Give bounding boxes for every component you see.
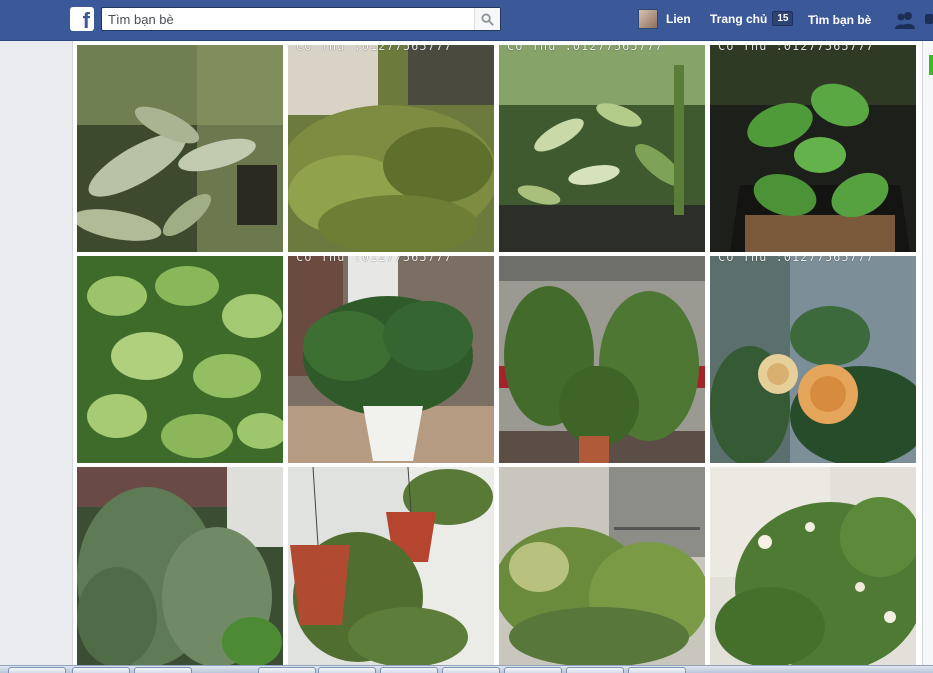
shrubs-balcony-image — [499, 256, 705, 463]
photo-shrub-shelf[interactable] — [499, 467, 705, 665]
messages-icon[interactable] — [925, 10, 933, 30]
oregano-image — [77, 256, 283, 463]
search-input[interactable] — [102, 8, 474, 30]
shrub-shelf-image — [499, 467, 705, 665]
search-box — [101, 7, 501, 31]
hanging-pots-image — [288, 467, 494, 665]
photo-rose-bush[interactable] — [710, 467, 916, 665]
taskbar-button[interactable] — [442, 667, 500, 673]
taskbar-button[interactable] — [8, 667, 66, 673]
os-taskbar — [0, 665, 933, 673]
photo-rosemary-bush[interactable] — [77, 467, 283, 665]
home-link[interactable]: Trang chủ 15 — [710, 11, 794, 26]
home-label: Trang chủ — [710, 11, 768, 26]
right-sidebar-edge — [923, 41, 933, 665]
photo-watermark: Cô Thu :01277565777 — [296, 45, 453, 53]
search-button[interactable] — [474, 8, 500, 30]
taskbar-button[interactable] — [318, 667, 376, 673]
photo-watermark: Cô Thu :01277565777 — [718, 256, 875, 264]
herbs-sage-image — [77, 45, 283, 252]
taskbar-button[interactable] — [504, 667, 562, 673]
photo-shrubs-balcony[interactable] — [499, 256, 705, 463]
rosemary-bush-image — [77, 467, 283, 665]
seedlings-image — [499, 45, 705, 252]
photo-herbs-sage[interactable] — [77, 45, 283, 252]
taskbar-button[interactable] — [258, 667, 316, 673]
thyme-image — [288, 45, 494, 252]
user-name: Lien — [666, 12, 691, 26]
photo-thyme[interactable]: Cô Thu :01277565777 — [288, 45, 494, 252]
facebook-logo-icon[interactable]: f — [70, 7, 94, 31]
mint-pot-image — [710, 45, 916, 252]
photo-hanging-pots[interactable] — [288, 467, 494, 665]
photo-rosemary-pot[interactable]: Cô Thu :01277565777 — [288, 256, 494, 463]
find-friends-link[interactable]: Tìm bạn bè — [808, 11, 871, 29]
taskbar-button[interactable] — [566, 667, 624, 673]
photo-orange-roses[interactable]: Cô Thu :01277565777 — [710, 256, 916, 463]
taskbar-button[interactable] — [134, 667, 192, 673]
online-indicator — [929, 55, 933, 75]
orange-roses-image — [710, 256, 916, 463]
taskbar-button[interactable] — [380, 667, 438, 673]
photo-mint-pot[interactable]: Cô Thu :01277565777 — [710, 45, 916, 252]
home-count-badge: 15 — [772, 11, 794, 26]
search-icon — [481, 12, 494, 26]
friend-requests-icon[interactable] — [893, 10, 917, 30]
profile-link[interactable]: Lien — [638, 9, 691, 29]
photo-watermark: Cô Thu :01277565777 — [718, 45, 875, 53]
photo-grid-container: Cô Thu :01277565777 Cô Thu :01277565777 — [72, 41, 923, 665]
photo-oregano[interactable] — [77, 256, 283, 463]
taskbar-button[interactable] — [72, 667, 130, 673]
photo-seedlings[interactable]: Cô Thu :01277565777 — [499, 45, 705, 252]
top-navigation-bar: f Lien Trang chủ 15 Tìm bạn bè — [0, 0, 933, 41]
rose-bush-image — [710, 467, 916, 665]
rosemary-pot-image — [288, 256, 494, 463]
photo-watermark: Cô Thu :01277565777 — [507, 45, 664, 53]
taskbar-button[interactable] — [628, 667, 686, 673]
photo-watermark: Cô Thu :01277565777 — [296, 256, 453, 264]
find-friends-label: Tìm bạn bè — [808, 13, 872, 27]
avatar — [638, 9, 658, 29]
